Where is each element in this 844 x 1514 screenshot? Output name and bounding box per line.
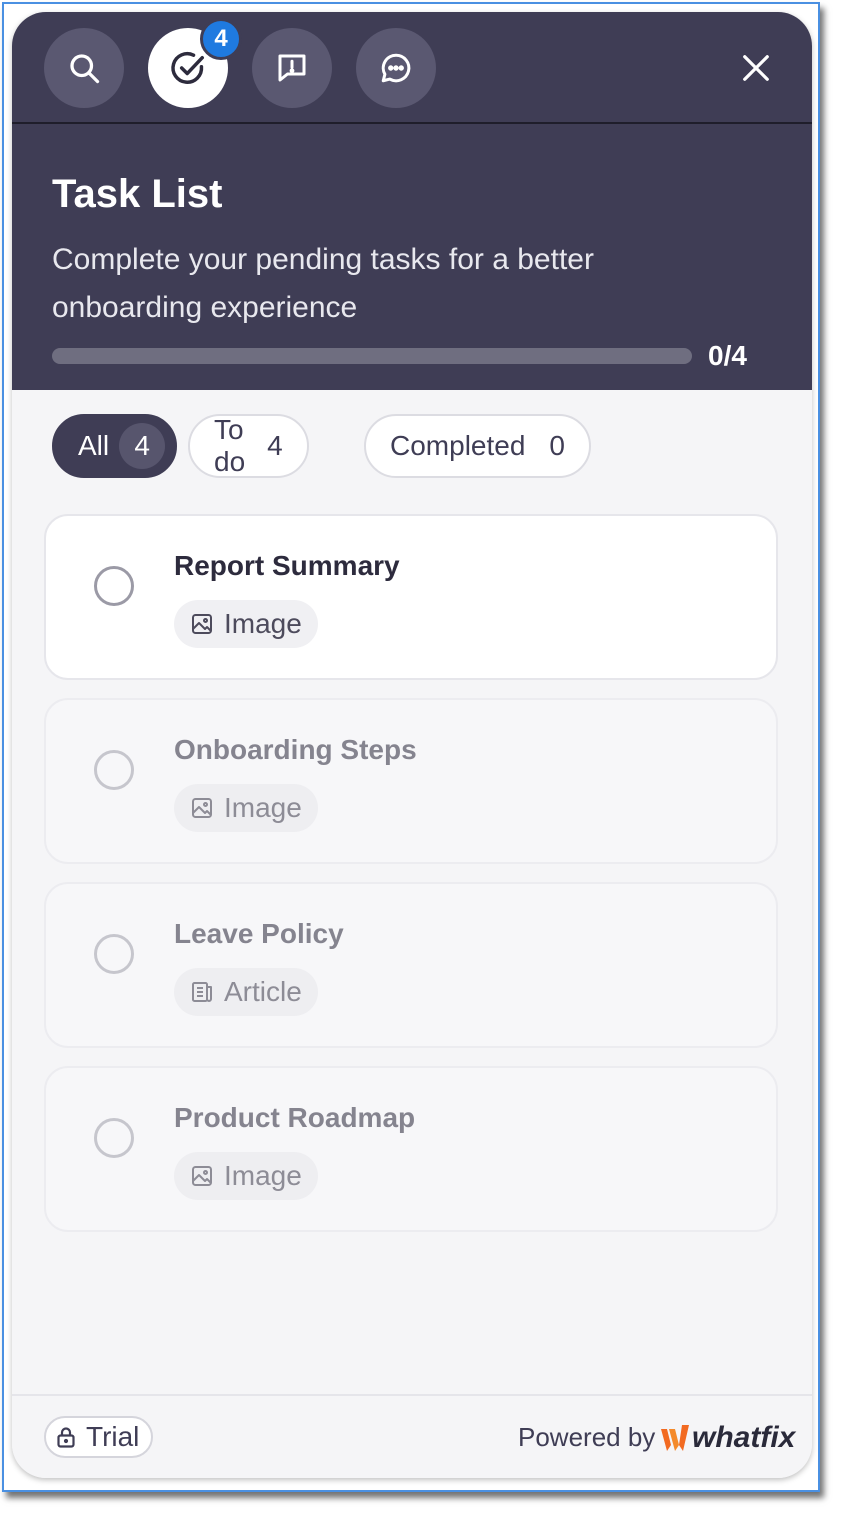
task-name: Onboarding Steps	[174, 734, 417, 765]
filter-label: All	[78, 430, 110, 461]
task-check-icon	[171, 51, 204, 84]
task-name: Product Roadmap	[174, 1102, 416, 1133]
image-icon	[192, 798, 212, 818]
search-button[interactable]	[44, 28, 124, 108]
task-checkbox[interactable]	[94, 934, 134, 974]
chat-icon	[381, 53, 411, 83]
filter-all[interactable]: All 4	[52, 414, 178, 478]
chat-button[interactable]	[356, 28, 436, 108]
task-item[interactable]: Report Summary Image	[44, 514, 778, 680]
lock-icon	[57, 1427, 75, 1448]
task-list-header: Task List Complete your pending tasks fo…	[12, 124, 812, 390]
task-type-tag: Article	[174, 968, 318, 1016]
task-type-label: Image	[224, 1160, 302, 1191]
article-icon	[192, 982, 212, 1002]
search-icon	[70, 54, 100, 84]
task-name: Report Summary	[174, 550, 400, 581]
filter-count: 4	[119, 423, 166, 469]
filter-label: To do	[214, 414, 246, 477]
filter-count: 4	[267, 430, 283, 461]
page-title: Task List	[52, 172, 223, 216]
task-item[interactable]: Leave Policy Article	[44, 882, 778, 1048]
task-checkbox[interactable]	[94, 750, 134, 790]
page-subtitle: Complete your pending tasks for a better…	[52, 243, 594, 324]
whatfix-mark-icon	[661, 1425, 689, 1451]
trial-label: Trial	[86, 1421, 140, 1452]
task-type-tag: Image	[174, 600, 318, 648]
image-icon	[192, 1166, 212, 1186]
feedback-button[interactable]	[252, 28, 332, 108]
task-type-label: Article	[224, 976, 302, 1007]
feedback-icon	[278, 54, 306, 82]
task-item[interactable]: Onboarding Steps Image	[44, 698, 778, 864]
task-count-badge: 4	[200, 18, 242, 60]
powered-by-label: Powered by	[518, 1422, 656, 1452]
close-icon	[743, 55, 769, 81]
panel-footer: Trial Powered by whatfix	[12, 1394, 812, 1478]
whatfix-logo[interactable]: whatfix	[660, 1416, 795, 1460]
filter-count: 0	[549, 430, 565, 461]
trial-badge[interactable]: Trial	[44, 1416, 154, 1458]
top-toolbar: 4	[12, 12, 812, 124]
filter-label: Completed	[390, 430, 526, 461]
task-type-tag: Image	[174, 1152, 318, 1200]
task-type-label: Image	[224, 608, 302, 639]
task-list-panel: 4 Task List Complete your pending tasks …	[12, 12, 812, 1478]
task-name: Leave Policy	[174, 918, 344, 949]
brand-name: whatfix	[692, 1421, 796, 1454]
progress-label: 0/4	[708, 340, 747, 371]
task-type-tag: Image	[174, 784, 318, 832]
close-button[interactable]	[736, 48, 776, 88]
filter-todo[interactable]: To do 4	[188, 414, 309, 478]
progress-bar	[52, 348, 692, 364]
task-checkbox[interactable]	[94, 1118, 134, 1158]
image-icon	[192, 614, 212, 634]
task-type-label: Image	[224, 792, 302, 823]
task-list-button[interactable]: 4	[148, 18, 242, 108]
task-checkbox[interactable]	[94, 566, 134, 606]
filter-completed[interactable]: Completed 0	[364, 414, 591, 478]
task-item[interactable]: Product Roadmap Image	[44, 1066, 778, 1232]
